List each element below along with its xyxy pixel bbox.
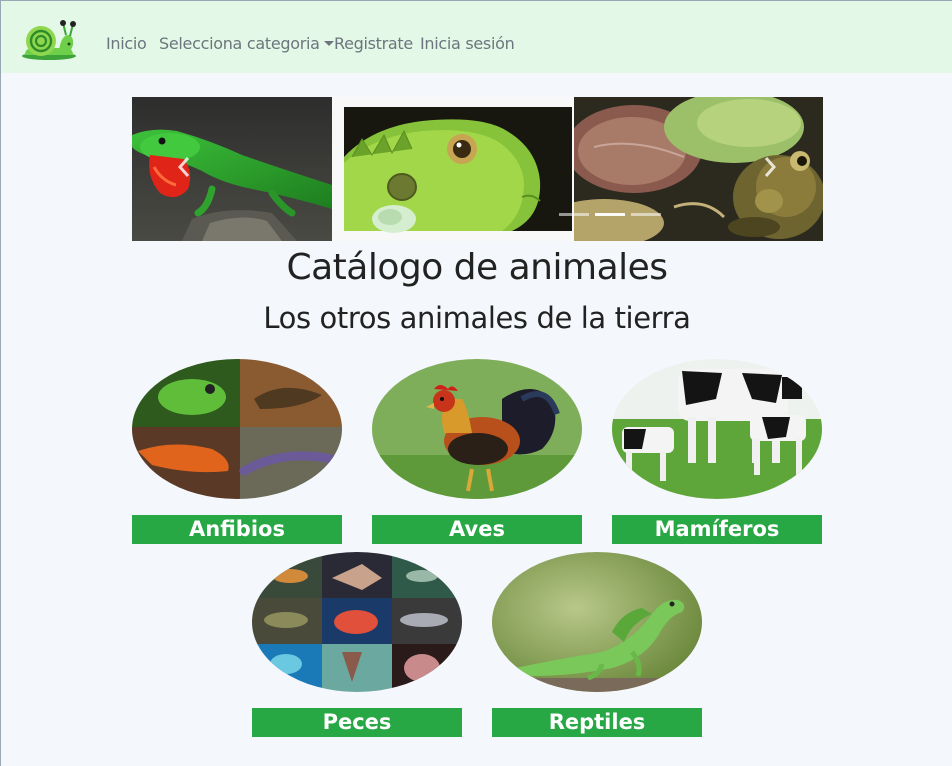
category-card-peces[interactable]: Peces <box>252 552 462 738</box>
category-button-reptiles[interactable]: Reptiles <box>492 708 702 737</box>
nav-categoria-dropdown[interactable]: Selecciona categoria <box>159 34 334 53</box>
reptiles-image[interactable] <box>492 552 702 692</box>
category-card-reptiles[interactable]: Reptiles <box>492 552 702 738</box>
image-carousel[interactable] <box>132 97 823 241</box>
page-subtitle: Los otros animales de la tierra <box>263 301 691 335</box>
category-button-aves[interactable]: Aves <box>372 515 582 544</box>
peces-image[interactable] <box>252 552 462 692</box>
carousel-slide-anole <box>132 97 332 241</box>
nav-inicia-sesion[interactable]: Inicia sesión <box>420 34 515 53</box>
aves-image[interactable] <box>372 359 582 499</box>
category-card-aves[interactable]: Aves <box>372 359 582 545</box>
category-button-anfibios[interactable]: Anfibios <box>132 515 342 544</box>
mamiferos-image[interactable] <box>612 359 822 499</box>
category-button-mamiferos[interactable]: Mamíferos <box>612 515 822 544</box>
category-button-peces[interactable]: Peces <box>252 708 462 737</box>
snail-icon[interactable] <box>19 17 77 61</box>
category-card-mamiferos[interactable]: Mamíferos <box>612 359 822 545</box>
carousel-indicator-active[interactable] <box>595 213 625 216</box>
carousel-prev-icon[interactable] <box>174 155 194 179</box>
category-card-anfibios[interactable]: Anfibios <box>132 359 342 545</box>
nav-categoria-label: Selecciona categoria <box>159 34 320 53</box>
carousel-slide-iguana <box>332 97 574 241</box>
nav-registrate[interactable]: Registrate <box>334 34 413 53</box>
page-title: Catálogo de animales <box>286 247 668 288</box>
nav-inicio[interactable]: Inicio <box>106 34 147 53</box>
carousel-next-icon[interactable] <box>760 155 780 179</box>
caret-down-icon <box>323 41 334 46</box>
carousel-indicators <box>559 213 661 216</box>
carousel-indicator[interactable] <box>559 213 589 216</box>
carousel-slide-frog <box>574 97 823 241</box>
navbar: Inicio Selecciona categoria Registrate I… <box>1 1 952 73</box>
carousel-indicator[interactable] <box>631 213 661 216</box>
anfibios-image[interactable] <box>132 359 342 499</box>
